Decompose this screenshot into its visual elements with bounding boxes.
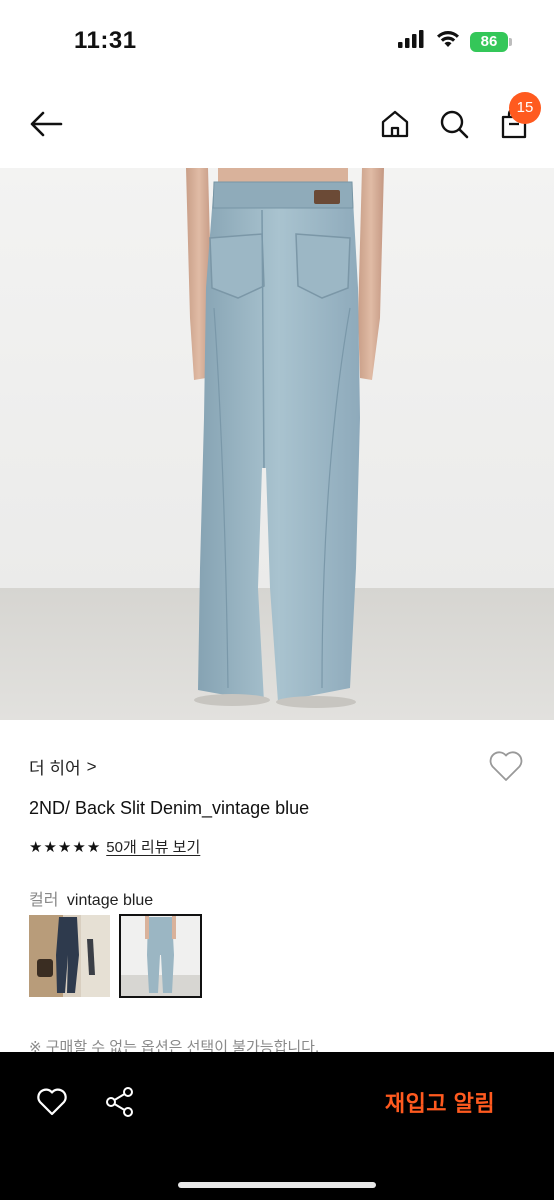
status-bar: 11:31 86 [0, 0, 554, 80]
home-indicator [178, 1182, 376, 1188]
signal-icon [398, 30, 426, 53]
review-link[interactable]: 50개 리뷰 보기 [106, 836, 200, 857]
rating-row: ★ ★ ★ ★ ★ 50개 리뷰 보기 [29, 836, 200, 857]
color-value: vintage blue [66, 892, 154, 909]
home-icon [380, 109, 410, 144]
home-button[interactable] [378, 106, 412, 146]
color-option-row: 컬러 vintage blue [29, 886, 153, 910]
product-title: 2ND/ Back Slit Denim_vintage blue [29, 798, 310, 818]
status-icons: 86 [398, 30, 512, 53]
battery-icon: 86 [470, 31, 512, 52]
heart-outline-icon [488, 750, 524, 787]
color-swatches [29, 914, 202, 998]
share-icon [104, 1086, 136, 1123]
heart-icon [36, 1088, 68, 1121]
back-button[interactable] [26, 108, 66, 144]
wifi-icon [436, 30, 460, 53]
swatch-dark-denim[interactable] [29, 915, 110, 997]
star-icon: ★ [72, 838, 86, 856]
swatch-vintage-blue[interactable] [119, 914, 202, 998]
star-icon: ★ [86, 838, 101, 856]
status-time: 11:31 [74, 27, 137, 54]
product-image[interactable] [0, 168, 554, 720]
chevron-right-icon: > [86, 756, 97, 776]
restock-alert-button[interactable]: 재입고 알림 [370, 1082, 510, 1126]
star-rating: ★ ★ ★ ★ ★ [29, 838, 100, 856]
star-icon: ★ [29, 838, 43, 856]
star-icon: ★ [57, 838, 72, 856]
color-label: 컬러 [29, 892, 59, 909]
share-button[interactable] [100, 1084, 140, 1124]
top-navigation [0, 86, 554, 166]
bottom-action-bar: 재입고 알림 [0, 1052, 554, 1200]
back-arrow-icon [29, 111, 63, 142]
wishlist-button[interactable] [486, 748, 526, 788]
like-button[interactable] [32, 1084, 72, 1124]
search-icon [439, 109, 469, 144]
brand-name: 더 히어 [29, 759, 81, 778]
star-icon: ★ [43, 838, 57, 856]
search-button[interactable] [436, 106, 472, 146]
brand-link[interactable]: 더 히어 > [29, 754, 97, 779]
cart-count-badge: 15 [509, 92, 541, 124]
